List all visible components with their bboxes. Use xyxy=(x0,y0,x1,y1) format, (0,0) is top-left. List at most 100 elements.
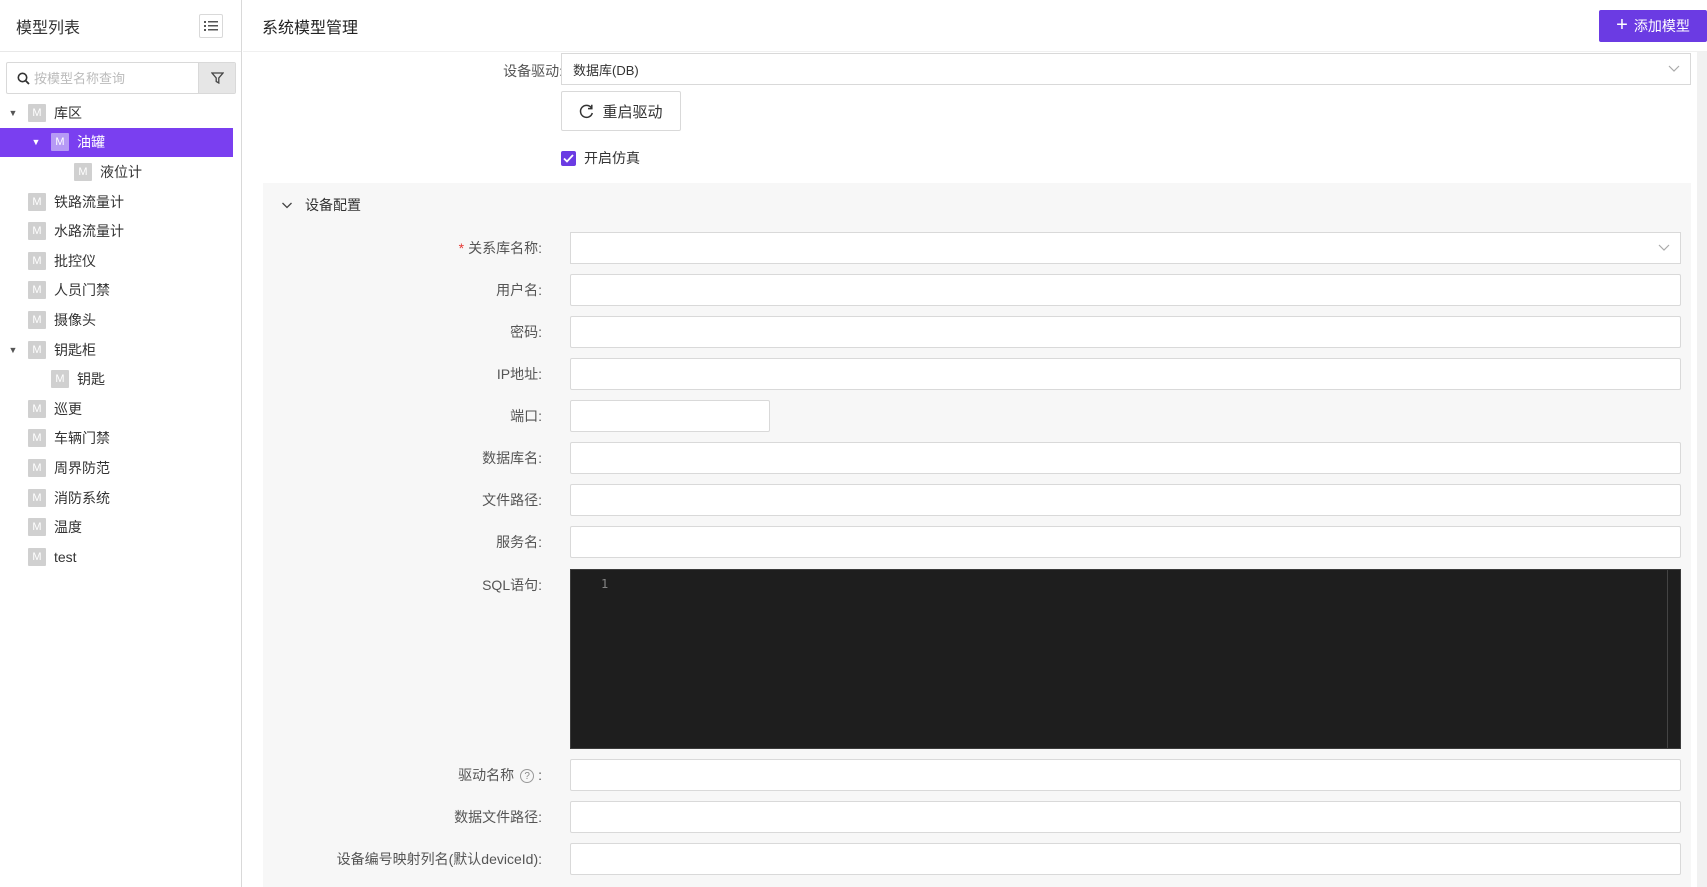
tree-node-label: 巡更 xyxy=(54,400,82,417)
port-label: 端口: xyxy=(510,408,542,424)
tree-node-label: 车辆门禁 xyxy=(54,430,110,447)
tree-node-label: 消防系统 xyxy=(54,489,110,506)
tree-node-label: 人员门禁 xyxy=(54,282,110,299)
model-icon: M xyxy=(74,162,92,181)
password-input[interactable] xyxy=(570,316,1681,348)
filter-button[interactable] xyxy=(198,63,235,93)
tree-node-label: 油罐 xyxy=(77,134,105,151)
tree-node-label: 钥匙 xyxy=(77,371,105,388)
driver-value: 数据库(DB) xyxy=(573,62,639,78)
add-model-label: 添加模型 xyxy=(1633,17,1690,34)
device-map-label: 设备编号映射列名(默认deviceId): xyxy=(336,851,542,867)
app-root: 模型列表 ▼M库 xyxy=(0,0,1707,887)
data-file-path-input[interactable] xyxy=(570,801,1681,833)
db-name-select[interactable] xyxy=(570,232,1681,264)
sidebar: 模型列表 ▼M库 xyxy=(0,0,242,887)
tree-node[interactable]: Mtest xyxy=(0,542,242,572)
tree-node-label: 水路流量计 xyxy=(54,223,124,240)
model-icon: M xyxy=(28,488,46,507)
model-icon: M xyxy=(28,103,46,122)
simulate-row: 开启仿真 xyxy=(561,148,640,168)
db-name-label: * 关系库名称: xyxy=(342,238,542,258)
driver-name-colon: : xyxy=(538,767,542,783)
tree-node[interactable]: ▼ M 油罐 xyxy=(0,127,233,158)
model-icon: M xyxy=(28,399,46,418)
caret-down-icon[interactable]: ▼ xyxy=(8,345,18,355)
model-icon: M xyxy=(28,310,46,329)
tree-node[interactable]: M 消防系统 xyxy=(0,483,242,513)
help-icon[interactable]: ? xyxy=(520,769,535,784)
tree-node[interactable]: M 巡更 xyxy=(0,394,242,424)
tree-node[interactable]: ▼ M 钥匙柜 xyxy=(0,335,242,365)
data-file-path-label: 数据文件路径: xyxy=(454,809,542,825)
ip-input[interactable] xyxy=(570,358,1681,390)
add-model-button[interactable]: + 添加模型 xyxy=(1599,9,1707,42)
model-icon: M xyxy=(28,281,46,300)
model-icon: M xyxy=(51,370,69,389)
page-title: 系统模型管理 xyxy=(262,19,359,37)
sql-editor[interactable]: 1 xyxy=(570,569,1681,749)
tree-node-label: 批控仪 xyxy=(54,252,96,269)
driver-select[interactable]: 数据库(DB) xyxy=(561,53,1691,85)
tree-node-label: 周界防范 xyxy=(54,459,110,476)
driver-label: 设备驱动: xyxy=(503,63,563,79)
ip-label: IP地址: xyxy=(496,366,542,382)
tree-node[interactable]: M 摄像头 xyxy=(0,305,242,335)
file-path-input[interactable] xyxy=(570,484,1681,516)
database-input[interactable] xyxy=(570,442,1681,474)
port-input[interactable] xyxy=(570,400,770,432)
password-label: 密码: xyxy=(510,324,542,340)
list-view-button[interactable] xyxy=(199,13,223,38)
tree-node[interactable]: M 人员门禁 xyxy=(0,276,242,306)
tree-node[interactable]: M 车辆门禁 xyxy=(0,424,242,454)
caret-down-icon[interactable]: ▼ xyxy=(8,108,18,118)
main-content: 系统模型管理 + 添加模型 设备驱动: 数据库(DB) 重启驱动 开启仿真 设备… xyxy=(243,0,1707,887)
database-label: 数据库名: xyxy=(482,450,542,466)
device-config-title: 设备配置 xyxy=(305,197,361,213)
device-config-header[interactable]: 设备配置 xyxy=(281,195,361,215)
model-tree: ▼ M 库区 ▼ M 油罐 M 液位计 M 铁路流量计 M 水路流量计 M 批控仪 M 人员门禁 M 摄像头 ▼ M 钥… xyxy=(0,98,242,572)
simulate-label: 开启仿真 xyxy=(584,150,640,166)
tree-node[interactable]: M 周界防范 xyxy=(0,453,242,483)
restart-driver-button[interactable]: 重启驱动 xyxy=(561,91,681,131)
tree-node-label: 液位计 xyxy=(100,163,142,180)
db-name-label-text: 关系库名称: xyxy=(468,240,542,256)
driver-name-label: 驱动名称?: xyxy=(342,765,542,785)
sql-label: SQL语句: xyxy=(482,577,542,593)
username-input[interactable] xyxy=(570,274,1681,306)
sidebar-title: 模型列表 xyxy=(16,19,81,37)
editor-line-number: 1 xyxy=(601,577,609,591)
tree-node[interactable]: M 铁路流量计 xyxy=(0,187,242,217)
restart-driver-label: 重启驱动 xyxy=(602,103,663,121)
tree-node[interactable]: M 水路流量计 xyxy=(0,216,242,246)
model-icon: M xyxy=(28,251,46,270)
chevron-down-icon xyxy=(282,202,292,209)
model-icon: M xyxy=(28,458,46,477)
model-icon: M xyxy=(28,192,46,211)
model-icon: M xyxy=(51,133,69,152)
tree-node-label: 库区 xyxy=(54,104,82,121)
tree-node[interactable]: ▼ M 库区 xyxy=(0,98,242,128)
device-map-input[interactable] xyxy=(570,843,1681,875)
chevron-down-icon xyxy=(1668,62,1680,77)
model-search-bar xyxy=(6,62,236,94)
tree-node[interactable]: M 温度 xyxy=(0,512,242,542)
service-label: 服务名: xyxy=(496,534,542,550)
main-scrollbar[interactable] xyxy=(1697,52,1707,887)
tree-node-label: 温度 xyxy=(54,519,82,536)
tree-node[interactable]: M 批控仪 xyxy=(0,246,242,276)
tree-node[interactable]: M 液位计 xyxy=(0,157,242,187)
simulate-checkbox[interactable] xyxy=(561,150,576,166)
tree-node[interactable]: M 钥匙 xyxy=(0,364,242,394)
driver-name-input[interactable] xyxy=(570,759,1681,791)
device-config-panel: 设备配置 * 关系库名称: 用户名: 密码: IP地址: 端口: 数据库名: 文件… xyxy=(263,183,1691,887)
model-search-input[interactable] xyxy=(34,70,194,86)
editor-scrollbar[interactable] xyxy=(1667,570,1668,748)
tree-node-label: 铁路流量计 xyxy=(54,193,124,210)
caret-down-icon[interactable]: ▼ xyxy=(31,137,41,147)
plus-icon: + xyxy=(1616,13,1628,36)
tree-node-label: 钥匙柜 xyxy=(54,341,96,358)
service-input[interactable] xyxy=(570,526,1681,558)
model-icon: M xyxy=(28,429,46,448)
tree-node-label: test xyxy=(54,548,77,565)
